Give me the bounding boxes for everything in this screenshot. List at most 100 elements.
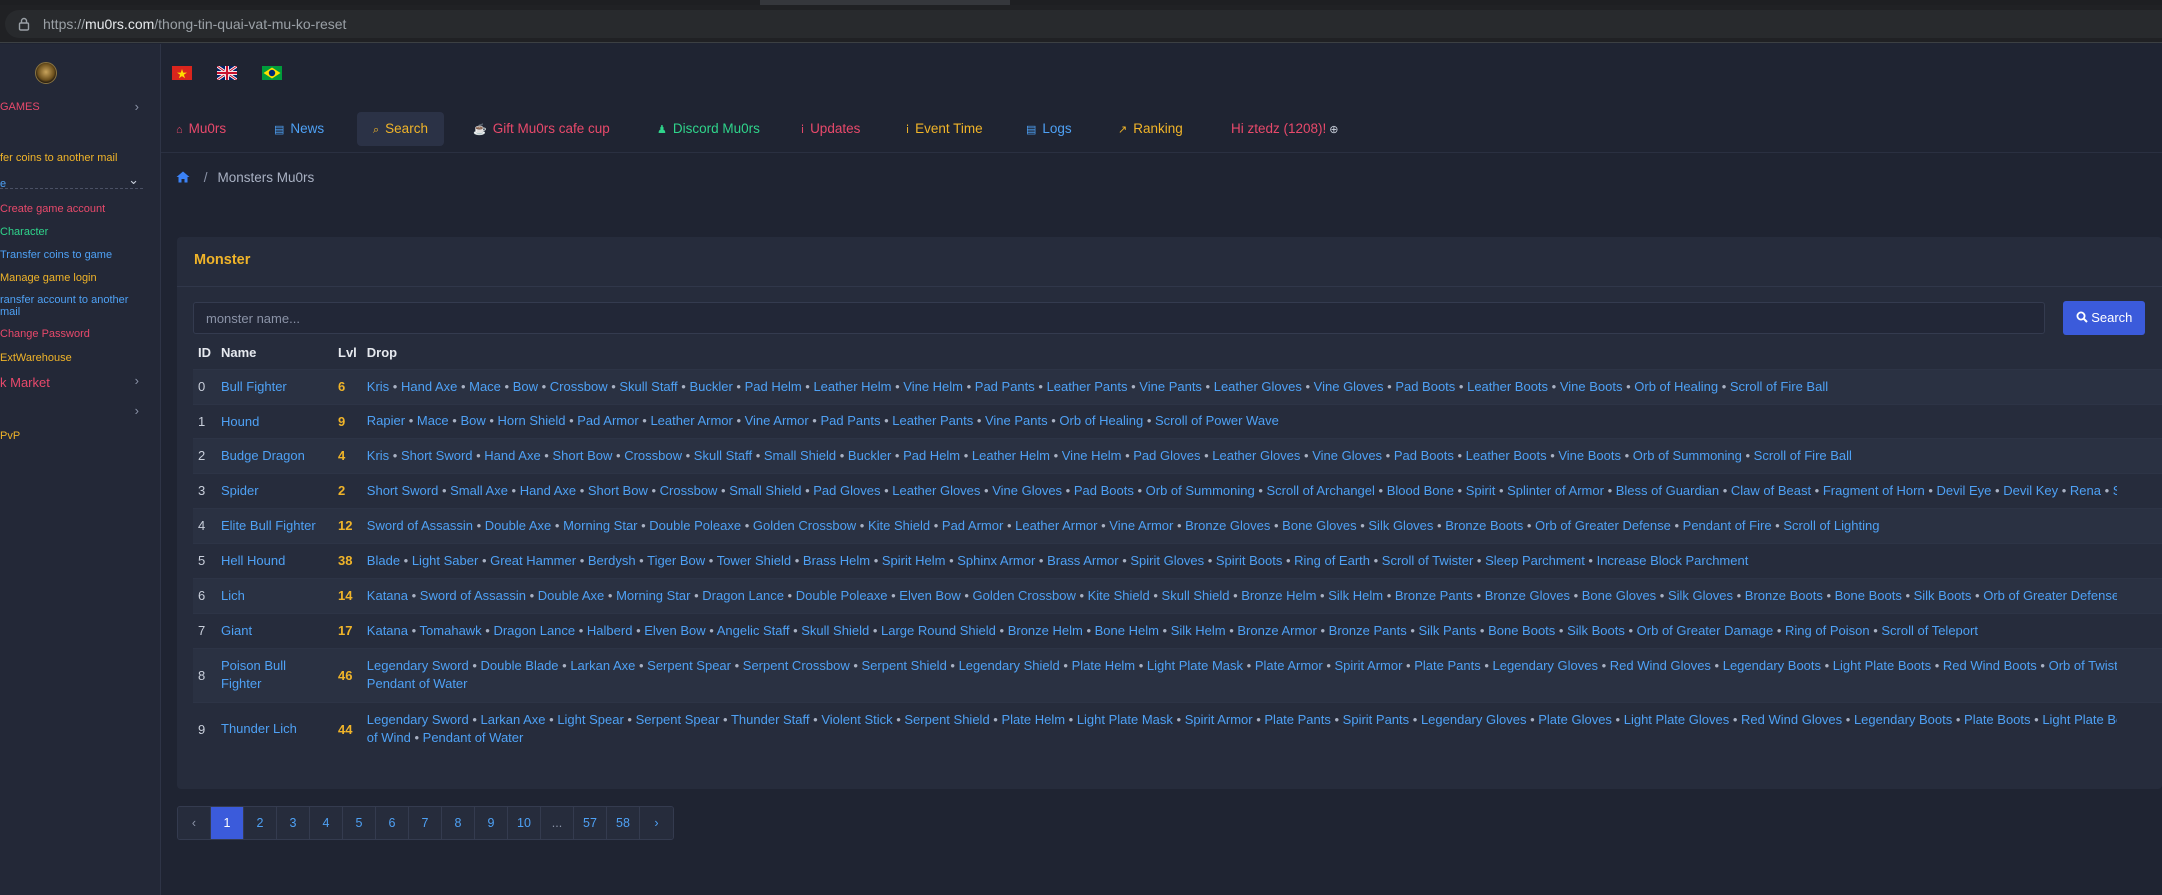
pagination-page[interactable]: 9 [475,807,508,839]
drop-item-link[interactable]: Short Sword [367,483,439,498]
drop-item-link[interactable]: Golden Crossbow [973,588,1076,603]
lock-icon[interactable] [17,17,31,31]
drop-item-link[interactable]: Great Hammer [490,553,576,568]
monster-name-link[interactable]: Thunder Lich [216,701,333,756]
drop-item-link[interactable]: Spirit Boots [1216,553,1282,568]
drop-item-link[interactable]: Kris [367,379,389,394]
drop-item-link[interactable]: Serpent Spear [636,712,720,727]
drop-item-link[interactable]: Devil Eye [1937,483,1992,498]
drop-item-link[interactable]: Serpent Shield [862,658,947,673]
nav-gift-mu0rs-cafe-cup[interactable]: ☕ Gift Mu0rs cafe cup [473,112,610,146]
drop-item-link[interactable]: Vine Helm [903,379,963,394]
sidebar-item[interactable]: ExtWarehouse [0,352,161,368]
drop-item-link[interactable]: Short Bow [552,448,612,463]
drop-item-link[interactable]: Plate Gloves [1538,712,1612,727]
pagination-page[interactable]: 2 [244,807,277,839]
drop-item-link[interactable]: Crossbow [660,483,718,498]
drop-item-link[interactable]: Hand Axe [484,448,540,463]
drop-item-link[interactable]: Scroll of Fire Ball [1730,379,1828,394]
drop-item-link[interactable]: Morning Star [616,588,690,603]
drop-item-link[interactable]: Pad Helm [903,448,960,463]
drop-item-link[interactable]: Leather Boots [1466,448,1547,463]
drop-item-link[interactable]: Pad Gloves [1133,448,1200,463]
nav-updates[interactable]: ⅰ Updates [801,112,860,146]
search-button[interactable]: Search [2063,301,2145,335]
drop-item-link[interactable]: Bone Boots [1835,588,1902,603]
drop-item-link[interactable]: Silk Boots [1914,588,1972,603]
drop-item-link[interactable]: Elven Bow [899,588,960,603]
drop-item-link[interactable]: Bronze Pants [1329,623,1407,638]
drop-item-link[interactable]: Buckler [848,448,891,463]
drop-item-link[interactable]: Vine Pants [985,413,1048,428]
drop-item-link[interactable]: Ring of Poison [1785,623,1870,638]
drop-item-link[interactable]: Light Plate Mask [1077,712,1173,727]
monster-name-link[interactable]: Budge Dragon [216,437,333,473]
monster-name-link[interactable]: Elite Bull Fighter [216,507,333,543]
pagination-page[interactable]: 7 [409,807,442,839]
sidebar-item[interactable]: Change Password [0,328,161,344]
drop-item-link[interactable]: Bronze Gloves [1185,518,1270,533]
drop-item-link[interactable]: Small Axe [450,483,508,498]
drop-item-link[interactable]: Angelic Staff [717,623,790,638]
drop-item-link[interactable]: Legendary Gloves [1492,658,1598,673]
drop-item-link[interactable]: Spirit Helm [882,553,946,568]
drop-item-link[interactable]: Vine Pants [1139,379,1202,394]
drop-item-link[interactable]: Bronze Armor [1237,623,1316,638]
sidebar-item[interactable]: e ⌄ [0,172,161,194]
drop-item-link[interactable]: Pad Helm [745,379,802,394]
drop-item-link[interactable]: Rapier [367,413,405,428]
drop-item-link[interactable]: Violent Stick [821,712,892,727]
drop-item-link[interactable]: Kite Shield [1088,588,1150,603]
drop-item-link[interactable]: Dragon Lance [702,588,784,603]
sidebar-item[interactable]: Manage game login [0,272,161,288]
monster-name-link[interactable]: Spider [216,472,333,508]
drop-item-link[interactable]: Blood Bone [1387,483,1454,498]
pagination-prev[interactable]: ‹ [178,807,211,839]
drop-item-link[interactable]: Silk Gloves [1368,518,1433,533]
drop-item-link[interactable]: Small Shield [729,483,801,498]
drop-item-link[interactable]: Bone Boots [1488,623,1555,638]
drop-item-link[interactable]: Spirit Armor [1185,712,1253,727]
pagination-page[interactable]: 57 [574,807,607,839]
drop-item-link[interactable]: Scroll of Teleport [1881,623,1978,638]
nav-logs[interactable]: ▤ Logs [1026,112,1072,146]
drop-item-link[interactable]: Spirit Pants [1343,712,1409,727]
drop-item-link[interactable]: Sword of Assassin [420,588,526,603]
drop-item-link[interactable]: Skull Staff [694,448,752,463]
pagination-page[interactable]: 5 [343,807,376,839]
drop-item-link[interactable]: Morning Star [563,518,637,533]
site-logo[interactable] [35,62,57,84]
pagination-page[interactable]: 1 [211,807,244,839]
vietnam-flag-icon[interactable] [172,66,192,80]
drop-item-link[interactable]: Legendary Sword [367,658,469,673]
drop-item-link[interactable]: Double Blade [480,658,558,673]
drop-item-link[interactable]: Light Saber [412,553,479,568]
drop-item-link[interactable]: Pendant of Water [423,730,524,745]
drop-item-link[interactable]: Legendary Boots [1723,658,1821,673]
drop-item-link[interactable]: Thunder Staff [731,712,810,727]
sidebar-item[interactable]: mail [0,306,161,322]
drop-item-link[interactable]: Golden Crossbow [753,518,856,533]
drop-item-link[interactable]: Hand Axe [401,379,457,394]
drop-item-link[interactable]: Scroll of Twister [1382,553,1474,568]
drop-item-link[interactable]: Plate Boots [1964,712,2031,727]
drop-item-link[interactable]: Dragon Lance [493,623,575,638]
drop-item-link[interactable]: Scroll of Fire Ball [1754,448,1852,463]
drop-item-link[interactable]: Brass Helm [803,553,870,568]
nav-mu0rs[interactable]: ⌂ Mu0rs [176,112,226,146]
drop-item-link[interactable]: Legendary Sword [367,712,469,727]
drop-item-link[interactable]: Larkan Axe [570,658,635,673]
monster-name-link[interactable]: Hell Hound [216,542,333,578]
drop-item-link[interactable]: Bronze Helm [1241,588,1316,603]
drop-item-link[interactable]: Spirit Armor [1335,658,1403,673]
monster-search-input[interactable] [193,302,2045,334]
drop-item-link[interactable]: Orb of Healing [1634,379,1718,394]
nav-event-time[interactable]: ⅰ Event Time [906,112,983,146]
drop-item-link[interactable]: Elven Bow [644,623,705,638]
drop-item-link[interactable]: Orb of Greater Defense [1983,588,2117,603]
drop-item-link[interactable]: Double Poleaxe [796,588,888,603]
monster-name-link[interactable]: Lich [216,577,333,613]
drop-item-link[interactable]: Light Plate Boots [1833,658,1931,673]
drop-item-link[interactable]: Red Wind Boots [1943,658,2037,673]
url-field[interactable]: https://mu0rs.com/thong-tin-quai-vat-mu-… [5,10,2162,38]
